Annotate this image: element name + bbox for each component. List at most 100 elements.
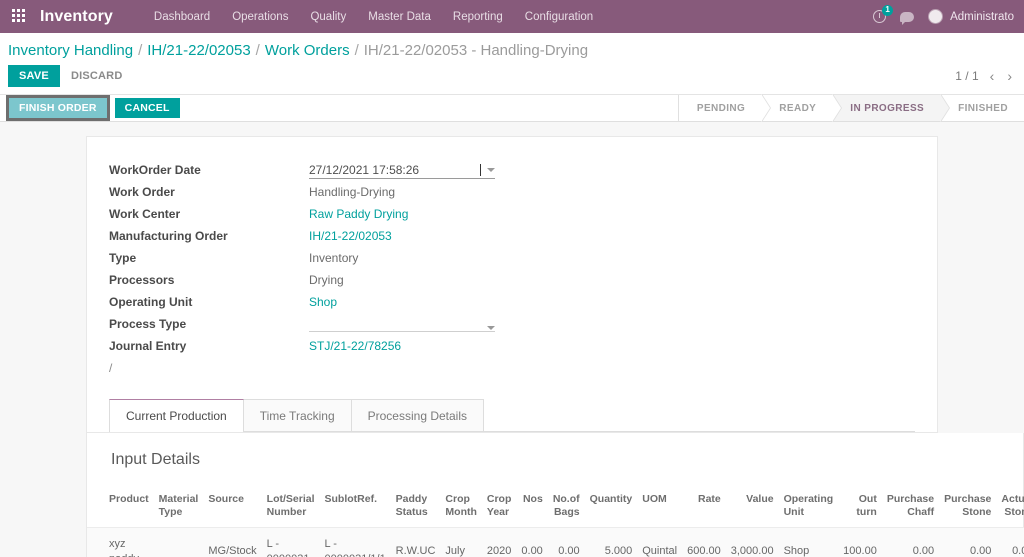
col-purchase-chaff[interactable]: Purchase Chaff (881, 485, 940, 529)
cell-source[interactable]: MG/Stock (203, 527, 262, 557)
field-label-operating-unit: Operating Unit (109, 295, 193, 309)
breadcrumb-item-order-ref[interactable]: IH/21-22/02053 (147, 42, 250, 59)
avatar (928, 9, 944, 24)
cell-purchase-stone[interactable]: 0.00 (939, 527, 997, 557)
activity-clock-icon[interactable]: 1 (873, 5, 894, 23)
col-purchase-stone[interactable]: Purchase Stone (939, 485, 997, 529)
cell-operating-unit[interactable]: Shop (778, 527, 839, 557)
field-value-operating-unit[interactable]: Shop (309, 295, 337, 309)
col-material-type[interactable]: Material Type (153, 485, 204, 529)
tab-processing-details[interactable]: Processing Details (350, 399, 484, 431)
status-step-pending[interactable]: PENDING (678, 94, 772, 122)
main-menu: Dashboard Operations Quality Master Data… (143, 5, 604, 29)
cell-crop-month[interactable]: July (440, 527, 482, 557)
col-crop-month[interactable]: Crop Month (440, 485, 482, 529)
cell-nos[interactable]: 0.00 (516, 527, 548, 557)
field-row-manufacturing-order: Manufacturing Order IH/21-22/02053 (109, 229, 915, 247)
chevron-left-icon[interactable]: ‹ (988, 68, 997, 84)
form-view-body: WorkOrder Date 27/12/2021 17:58:26 Work … (0, 122, 1024, 557)
input-details-title: Input Details (111, 451, 200, 468)
status-step-finished[interactable]: FINISHED (940, 95, 1024, 121)
cell-product[interactable]: xyz paddy (87, 527, 154, 557)
col-operating-unit[interactable]: Operating Unit (778, 485, 839, 529)
cell-out-turn[interactable]: 100.00 (838, 527, 882, 557)
user-name-label: Administrato (950, 10, 1014, 23)
cell-lot-serial-number[interactable]: L - 0000031 (261, 527, 320, 557)
col-crop-year[interactable]: Crop Year (481, 485, 517, 529)
menu-item-operations[interactable]: Operations (221, 5, 299, 29)
field-value-processors: Drying (309, 273, 344, 287)
col-out-turn[interactable]: Out turn (838, 485, 882, 529)
input-details-table: Product Material Type Source Lot/Serial … (87, 485, 1024, 557)
col-rate[interactable]: Rate (682, 485, 726, 529)
field-value-work-center[interactable]: Raw Paddy Drying (309, 207, 408, 221)
cell-uom[interactable]: Quintal (637, 527, 683, 557)
field-row-type: Type Inventory (109, 251, 915, 269)
cell-material-type[interactable] (153, 527, 204, 557)
breadcrumb-item-inventory-handling[interactable]: Inventory Handling (8, 42, 133, 59)
col-uom[interactable]: UOM (637, 485, 683, 529)
breadcrumb-item-work-orders[interactable]: Work Orders (265, 42, 350, 59)
save-button[interactable]: SAVE (8, 65, 60, 87)
cell-actual-stone[interactable]: 0.00 (996, 527, 1024, 557)
col-sublot-ref[interactable]: SublotRef. (319, 485, 391, 529)
user-menu[interactable]: Administrato (928, 9, 1014, 24)
cell-purchase-chaff[interactable]: 0.00 (881, 527, 940, 557)
col-actual-stone[interactable]: Actual Stone (996, 485, 1024, 529)
col-paddy-status[interactable]: Paddy Status (390, 485, 441, 529)
workorder-date-input[interactable]: 27/12/2021 17:58:26 (309, 163, 495, 179)
field-row-process-type: Process Type (109, 317, 915, 335)
activity-count-badge: 1 (882, 5, 894, 16)
chevron-down-icon[interactable] (487, 326, 495, 330)
tab-current-production[interactable]: Current Production (109, 399, 244, 432)
col-lot-serial-number[interactable]: Lot/Serial Number (261, 485, 320, 529)
col-no-of-bags[interactable]: No.of Bags (547, 485, 585, 529)
field-label-process-type: Process Type (109, 317, 187, 331)
table-row[interactable]: xyz paddy MG/Stock L - 0000031 L - 00000… (87, 527, 1024, 557)
field-row-journal-entry: Journal Entry STJ/21-22/78256 (109, 339, 915, 357)
chat-glyph (900, 11, 915, 25)
menu-item-quality[interactable]: Quality (299, 5, 357, 29)
field-value-type: Inventory (309, 251, 359, 265)
cell-sublot-ref[interactable]: L - 0000031/1/1 (319, 527, 391, 557)
menu-item-dashboard[interactable]: Dashboard (143, 5, 221, 29)
pager-count: 1 / 1 (955, 69, 979, 83)
status-step-in-progress[interactable]: IN PROGRESS (832, 94, 950, 122)
app-brand-title[interactable]: Inventory (40, 8, 113, 26)
col-quantity[interactable]: Quantity (584, 485, 638, 529)
cell-paddy-status[interactable]: R.W.UC (390, 527, 441, 557)
finish-order-button[interactable]: FINISH ORDER (6, 94, 110, 122)
col-nos[interactable]: Nos (516, 485, 548, 529)
cell-crop-year[interactable]: 2020 (481, 527, 517, 557)
cell-quantity[interactable]: 5.000 (584, 527, 638, 557)
status-action-bar: FINISH ORDER CANCEL PENDING READY IN PRO… (0, 94, 1024, 122)
chevron-right-icon[interactable]: › (1005, 68, 1014, 84)
process-type-select[interactable] (309, 326, 495, 332)
menu-item-master-data[interactable]: Master Data (357, 5, 442, 29)
col-value[interactable]: Value (725, 485, 779, 529)
chevron-down-icon[interactable] (487, 168, 495, 172)
trailing-slash-text: / (109, 361, 113, 375)
cell-value[interactable]: 3,000.00 (725, 527, 779, 557)
table-body: xyz paddy MG/Stock L - 0000031 L - 00000… (87, 527, 1024, 557)
chat-bubble-icon[interactable] (900, 11, 915, 25)
menu-item-reporting[interactable]: Reporting (442, 5, 514, 29)
tab-time-tracking[interactable]: Time Tracking (242, 399, 352, 431)
menu-item-configuration[interactable]: Configuration (514, 5, 604, 29)
field-row-work-order: Work Order Handling-Drying (109, 185, 915, 203)
discard-button[interactable]: DISCARD (60, 65, 134, 87)
status-step-ready[interactable]: READY (761, 94, 843, 122)
cell-rate[interactable]: 600.00 (682, 527, 726, 557)
apps-grid-icon[interactable] (12, 8, 28, 25)
field-label-workorder-date: WorkOrder Date (109, 163, 201, 177)
table-header-row: Product Material Type Source Lot/Serial … (87, 485, 1024, 529)
col-source[interactable]: Source (203, 485, 262, 529)
input-details-section: Input Details Product Material Type Sour… (86, 433, 1024, 557)
col-product[interactable]: Product (87, 485, 154, 529)
cell-no-of-bags[interactable]: 0.00 (547, 527, 585, 557)
form-sheet: WorkOrder Date 27/12/2021 17:58:26 Work … (86, 136, 938, 433)
breadcrumb-separator: / (255, 42, 260, 59)
field-value-journal-entry[interactable]: STJ/21-22/78256 (309, 339, 401, 353)
field-value-manufacturing-order[interactable]: IH/21-22/02053 (309, 229, 392, 243)
cancel-button[interactable]: CANCEL (114, 97, 180, 119)
